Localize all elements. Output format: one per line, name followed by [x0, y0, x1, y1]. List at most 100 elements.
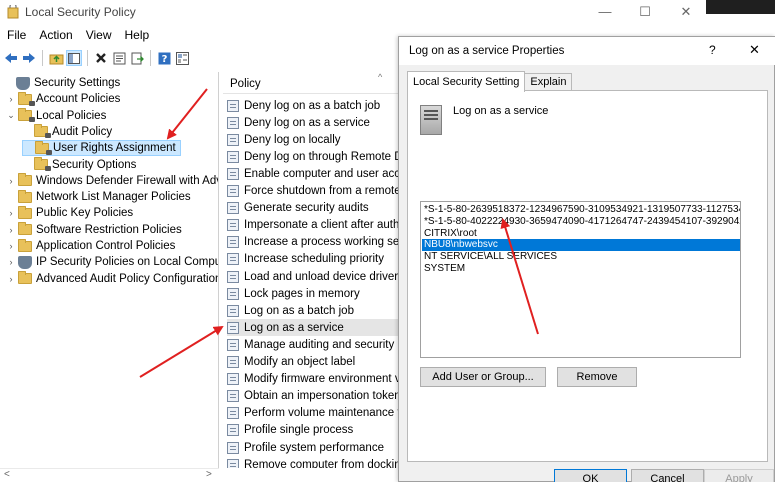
policy-row[interactable]: Generate security audits	[227, 200, 401, 217]
tab-local-security-setting[interactable]: Local Security Setting	[407, 71, 526, 92]
dialog-help-button[interactable]: ?	[709, 43, 716, 57]
policy-row[interactable]: Lock pages in memory	[227, 285, 401, 302]
tree-item[interactable]: › Application Control Policies	[6, 238, 175, 254]
delete-icon[interactable]	[93, 50, 109, 66]
tree-item[interactable]: › IP Security Policies on Local Compute	[6, 254, 218, 270]
policy-row[interactable]: Deny log on through Remote Des	[227, 148, 401, 165]
back-icon[interactable]	[3, 50, 19, 66]
tree-item[interactable]: ⌄ Local Policies	[6, 108, 106, 124]
tree-item[interactable]: › Windows Defender Firewall with Adva	[6, 173, 219, 189]
maximize-button[interactable]: ☐	[630, 2, 660, 22]
ok-button[interactable]: OK	[554, 469, 627, 482]
dialog-close-button[interactable]: ✕	[749, 42, 760, 58]
apply-button[interactable]: Apply	[704, 469, 774, 482]
account-entry[interactable]: *S-1-5-80-4022224930-3659474090-41712647…	[422, 216, 740, 228]
policy-row[interactable]: Increase scheduling priority	[227, 251, 401, 268]
account-entry[interactable]: NT SERVICE\ALL SERVICES	[422, 251, 740, 263]
policy-icon	[227, 133, 239, 146]
tree-item[interactable]: › Public Key Policies	[6, 205, 133, 221]
tree-item[interactable]: Audit Policy	[22, 124, 112, 140]
tree-item[interactable]: › Software Restriction Policies	[6, 222, 182, 238]
add-user-or-group-button[interactable]: Add User or Group...	[420, 367, 546, 387]
expand-chevron-icon[interactable]: ›	[6, 176, 16, 186]
expand-chevron-icon[interactable]: ›	[6, 274, 16, 284]
tree-item-label: Windows Defender Firewall with Adva	[36, 174, 219, 187]
policy-row[interactable]: Remove computer from docking	[227, 456, 401, 468]
show-hide-tree-icon[interactable]	[66, 50, 82, 66]
scroll-left-icon[interactable]: <	[4, 469, 10, 480]
policy-label: Deny log on as a batch job	[244, 99, 381, 112]
collapse-chevron-icon[interactable]: ⌄	[6, 110, 16, 121]
tree-item[interactable]: Security Options	[22, 157, 136, 173]
policy-icon	[227, 167, 239, 180]
policy-row[interactable]: Modify an object label	[227, 354, 401, 371]
list-header[interactable]: Policy ^	[223, 72, 401, 94]
menu-view[interactable]: View	[79, 28, 118, 42]
policy-row[interactable]: Perform volume maintenance tas	[227, 405, 401, 422]
policy-row[interactable]: Log on as a service	[227, 319, 401, 337]
forward-icon[interactable]	[21, 50, 37, 66]
policy-row[interactable]: Load and unload device drivers	[227, 268, 401, 285]
policy-row[interactable]: Deny log on locally	[227, 131, 401, 148]
expand-chevron-icon[interactable]: ›	[6, 225, 16, 235]
policy-row[interactable]: Deny log on as a service	[227, 114, 401, 131]
close-button[interactable]: ✕	[671, 2, 701, 22]
remove-button[interactable]: Remove	[557, 367, 637, 387]
expand-chevron-icon[interactable]: ›	[6, 94, 16, 104]
policy-label: Enable computer and user accou	[244, 167, 401, 180]
policy-icon	[227, 407, 239, 420]
policy-row[interactable]: Deny log on as a batch job	[227, 97, 401, 114]
column-header-policy[interactable]: Policy	[230, 78, 261, 90]
tab-panel: Log on as a service *S-1-5-80-2639518372…	[407, 90, 768, 462]
policy-label: Log on as a batch job	[244, 304, 354, 317]
policy-row[interactable]: Log on as a batch job	[227, 302, 401, 319]
menu-file[interactable]: File	[0, 28, 32, 42]
expand-chevron-icon[interactable]: ›	[6, 241, 16, 251]
tree-item[interactable]: › Account Policies	[6, 91, 120, 107]
minimize-button[interactable]: —	[590, 2, 620, 22]
tree-item[interactable]: User Rights Assignment	[22, 140, 181, 157]
account-entry[interactable]: NBU8\nbwebsvc	[422, 239, 740, 252]
locked-folder-icon	[34, 124, 51, 139]
policy-label: Obtain an impersonation token fo	[244, 390, 401, 403]
menu-action[interactable]: Action	[32, 28, 78, 42]
policy-icon	[227, 458, 239, 468]
tree-item-label: Advanced Audit Policy Configuration	[36, 272, 219, 285]
cancel-button[interactable]: Cancel	[631, 469, 704, 482]
policy-row[interactable]: Obtain an impersonation token fo	[227, 388, 401, 405]
properties-icon[interactable]	[111, 50, 127, 66]
policy-label: Force shutdown from a remote sy	[244, 185, 401, 197]
tree-item-label: Audit Policy	[52, 125, 113, 138]
account-entry[interactable]: *S-1-5-80-2639518372-1234967590-31095349…	[422, 204, 740, 216]
policy-row[interactable]: Increase a process working set	[227, 234, 401, 251]
tab-explain[interactable]: Explain	[524, 73, 573, 91]
policy-row[interactable]: Enable computer and user accou	[227, 165, 401, 182]
up-folder-icon[interactable]	[48, 50, 64, 66]
policy-row[interactable]: Modify firmware environment va	[227, 371, 401, 388]
help-icon[interactable]: ?	[156, 50, 172, 66]
accounts-list[interactable]: *S-1-5-80-2639518372-1234967590-31095349…	[420, 201, 741, 358]
folder-icon	[18, 205, 32, 219]
account-entry[interactable]: SYSTEM	[422, 263, 740, 275]
policy-row[interactable]: Force shutdown from a remote sy	[227, 183, 401, 200]
security-shield-icon	[16, 76, 30, 90]
tree-item-label: Security Options	[52, 158, 137, 171]
window-title: Local Security Policy	[25, 5, 136, 19]
expand-chevron-icon[interactable]: ›	[6, 208, 16, 218]
tree-item[interactable]: Network List Manager Policies	[6, 189, 191, 205]
expand-chevron-icon[interactable]: ›	[6, 257, 16, 267]
menu-help[interactable]: Help	[118, 28, 156, 42]
tree-item[interactable]: Security Settings	[4, 75, 120, 91]
export-icon[interactable]	[129, 50, 145, 66]
tree-item-label: Software Restriction Policies	[36, 223, 182, 236]
policy-icon	[227, 338, 239, 351]
policy-row[interactable]: Manage auditing and security log	[227, 336, 401, 353]
account-entry[interactable]: CITRIX\root	[422, 228, 740, 240]
tree-item[interactable]: › Advanced Audit Policy Configuration	[6, 271, 219, 287]
tree-horizontal-scrollbar[interactable]: < >	[0, 468, 219, 482]
policy-row[interactable]: Profile single process	[227, 422, 401, 439]
view-icon[interactable]	[174, 50, 190, 66]
policy-row[interactable]: Profile system performance	[227, 439, 401, 456]
policy-row[interactable]: Impersonate a client after authen	[227, 217, 401, 234]
scroll-right-icon[interactable]: >	[206, 469, 212, 480]
